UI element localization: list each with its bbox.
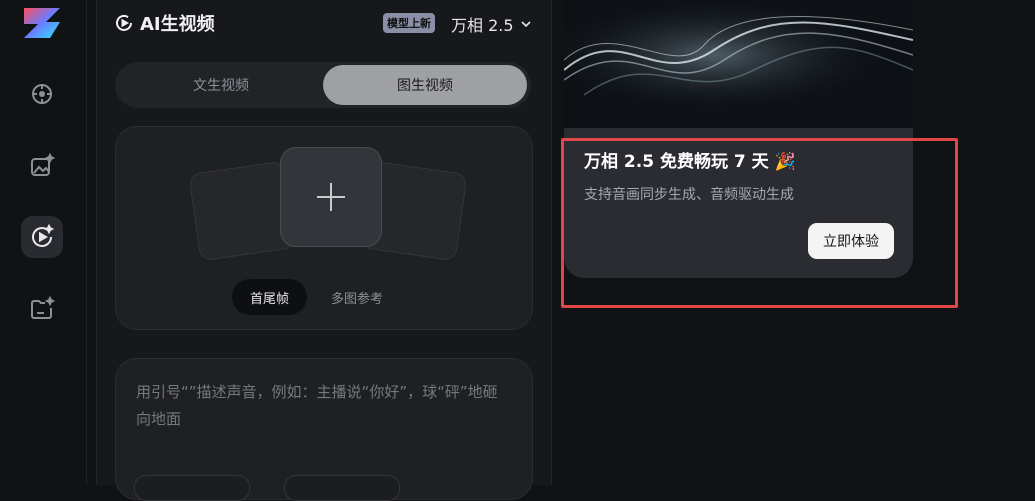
mode-first-last-frame[interactable]: 首尾帧 [232,279,308,315]
prompt-option-chip[interactable] [134,475,250,501]
mode-multi-image-ref[interactable]: 多图参考 [313,279,401,315]
nav-image-gen[interactable] [21,145,63,187]
chevron-down-icon [520,21,531,28]
plus-icon [317,183,345,211]
promo-card: 万相 2.5 免费畅玩 7 天 🎉 支持音画同步生成、音频驱动生成 立即体验 [564,0,913,278]
explore-icon [32,84,52,104]
image-gen-icon [31,153,55,176]
prompt-option-chip[interactable] [284,475,400,501]
prompt-input[interactable]: 用引号“”描述声音，例如：主播说“你好”，球“砰”地砸向地面 [115,358,533,501]
promo-banner-image [564,0,913,128]
panel-title-text: AI生视频 [140,14,215,35]
nav-assets[interactable] [21,288,63,330]
prompt-placeholder: 用引号“”描述声音，例如：主播说“你好”，球“砰”地砸向地面 [136,383,498,428]
app-logo-icon[interactable] [20,4,64,42]
promo-title: 万相 2.5 免费畅玩 7 天 🎉 [584,152,796,172]
video-gen-icon [116,14,132,31]
promo-subtitle: 支持音画同步生成、音频驱动生成 [584,187,794,203]
frame-mode-toggle: 首尾帧 多图参考 [232,279,401,315]
panel-title: AI生视频 [114,10,215,36]
upload-button[interactable] [280,147,382,247]
model-selector[interactable]: 万相 2.5 [451,12,532,36]
model-name: 万相 2.5 [451,16,514,35]
tab-image-to-video[interactable]: 图生视频 [323,65,527,105]
assets-folder-icon [31,296,55,319]
video-gen-icon [32,224,55,247]
left-sidebar [0,0,87,485]
nav-explore[interactable] [21,73,63,115]
video-gen-panel: AI生视频 模型上新 万相 2.5 文生视频 图生视频 首尾帧 多图参考 用引号… [96,0,552,501]
new-model-badge: 模型上新 [383,13,435,33]
mode-tabs: 文生视频 图生视频 [115,62,531,108]
nav-video-gen[interactable] [21,216,63,258]
try-now-button[interactable]: 立即体验 [808,223,894,259]
image-upload-area[interactable]: 首尾帧 多图参考 [115,126,533,330]
tab-text-to-video[interactable]: 文生视频 [119,65,323,105]
